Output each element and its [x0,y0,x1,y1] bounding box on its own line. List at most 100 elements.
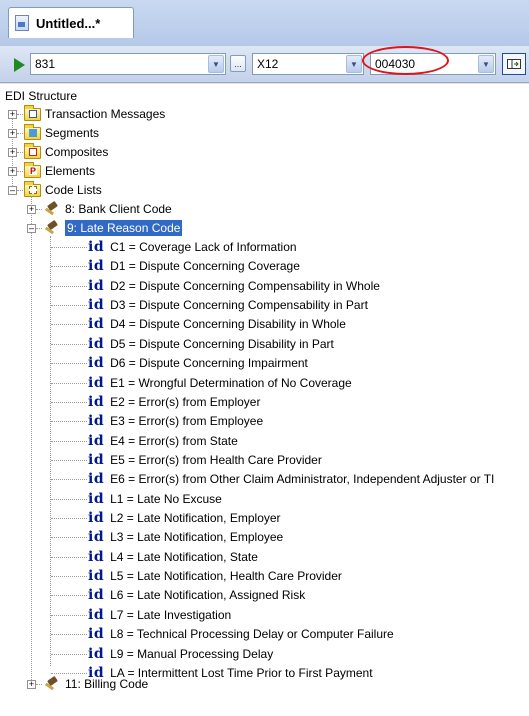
id-icon: id [88,413,105,429]
code-value-item[interactable]: id L1 = Late No Excuse [88,490,222,508]
code-value-item[interactable]: id L6 = Late Notification, Assigned Risk [88,586,305,604]
id-icon: id [88,278,105,294]
code-list-billing-code[interactable]: 11: Billing Code [44,675,148,693]
id-icon: id [88,471,105,487]
expand-toggle[interactable]: + [8,167,17,176]
code-list-bank-client-code[interactable]: 8: Bank Client Code [44,200,172,218]
expand-toggle[interactable]: + [8,110,17,119]
id-icon: id [88,375,105,391]
code-value-label: L6 = Late Notification, Assigned Risk [110,588,306,602]
tree-item-label: Transaction Messages [45,107,166,121]
code-value-label: E6 = Error(s) from Other Claim Administr… [110,472,495,486]
chevron-down-icon[interactable]: ▼ [346,55,362,73]
document-tab[interactable]: Untitled...* [8,7,134,38]
code-value-label: E2 = Error(s) from Employer [110,395,261,409]
code-value-item[interactable]: id L9 = Manual Processing Delay [88,645,273,663]
tree-item-transaction-messages[interactable]: Transaction Messages [24,104,166,123]
gavel-icon [44,676,60,692]
chevron-down-icon[interactable]: ▼ [208,55,224,73]
id-icon: id [88,568,105,584]
code-value-label: E4 = Error(s) from State [110,434,238,448]
code-list-label: 8: Bank Client Code [65,202,172,216]
browse-button[interactable]: ... [230,55,246,72]
id-icon: id [88,297,105,313]
collapse-toggle[interactable]: – [8,186,17,195]
code-value-label: L2 = Late Notification, Employer [110,511,281,525]
code-value-item[interactable]: id E4 = Error(s) from State [88,432,238,450]
code-value-label: L3 = Late Notification, Employee [110,530,284,544]
transaction-set-value: 831 [35,57,56,71]
code-value-item[interactable]: id D1 = Dispute Concerning Coverage [88,257,300,275]
tree-item-elements[interactable]: P Elements [24,161,96,180]
code-value-item[interactable]: id D3 = Dispute Concerning Compensability… [88,296,368,314]
tree-item-label: Elements [45,164,96,178]
code-value-label: C1 = Coverage Lack of Information [110,240,297,254]
layout-toggle-icon [507,59,521,69]
expand-toggle[interactable]: + [8,148,17,157]
id-icon: id [88,394,105,410]
gavel-icon [44,220,60,236]
code-value-item[interactable]: id L7 = Late Investigation [88,606,231,624]
id-icon: id [88,355,105,371]
code-value-label: D6 = Dispute Concerning Impairment [110,356,308,370]
code-value-item[interactable]: id D2 = Dispute Concerning Compensability… [88,277,380,295]
code-value-item[interactable]: id D6 = Dispute Concerning Impairment [88,354,308,372]
code-value-item[interactable]: id E1 = Wrongful Determination of No Cove… [88,374,352,392]
code-value-item[interactable]: id E3 = Error(s) from Employee [88,412,263,430]
id-icon: id [88,316,105,332]
code-value-item[interactable]: id E6 = Error(s) from Other Claim Adminis… [88,470,494,488]
id-icon: id [88,258,105,274]
code-value-item[interactable]: id C1 = Coverage Lack of Information [88,238,297,256]
id-icon: id [88,433,105,449]
play-icon[interactable] [14,58,25,72]
standard-select[interactable]: X12 ▼ [252,53,364,75]
code-value-label: D3 = Dispute Concerning Compensability i… [110,298,368,312]
code-value-item[interactable]: id L8 = Technical Processing Delay or Com… [88,625,394,643]
code-value-label: E5 = Error(s) from Health Care Provider [110,453,322,467]
expand-toggle[interactable]: + [27,680,36,689]
document-tab-bar: Untitled...* [0,0,529,47]
code-value-item[interactable]: id L2 = Late Notification, Employer [88,509,281,527]
code-value-label: E1 = Wrongful Determination of No Covera… [110,376,352,390]
code-value-item[interactable]: id L3 = Late Notification, Employee [88,528,283,546]
id-icon: id [88,510,105,526]
transaction-set-select[interactable]: 831 ▼ [30,53,226,75]
code-value-label: L8 = Technical Processing Delay or Compu… [110,627,394,641]
tree-item-code-lists[interactable]: Code Lists [24,180,102,199]
code-value-label: L5 = Late Notification, Health Care Prov… [110,569,342,583]
id-icon: id [88,587,105,603]
id-icon: id [88,626,105,642]
expand-toggle[interactable]: + [8,129,17,138]
tree-item-composites[interactable]: Composites [24,142,109,161]
code-value-item[interactable]: id L5 = Late Notification, Health Care Pr… [88,567,342,585]
code-value-item[interactable]: id E2 = Error(s) from Employer [88,393,260,411]
segment-folder-icon [24,123,41,140]
code-value-label: L4 = Late Notification, State [110,550,258,564]
code-value-label: L1 = Late No Excuse [110,492,222,506]
id-icon: id [88,452,105,468]
gavel-icon [44,201,60,217]
element-folder-icon: P [24,161,41,178]
tree-item-segments[interactable]: Segments [24,123,100,142]
code-value-item[interactable]: id D5 = Dispute Concerning Disability in … [88,335,334,353]
code-value-label: E3 = Error(s) from Employee [110,414,264,428]
edi-structure-tree[interactable]: EDI Structure + Transaction Messages + S… [0,83,529,716]
code-value-item[interactable]: id D4 = Dispute Concerning Disability in … [88,315,346,333]
id-icon: id [88,549,105,565]
code-list-late-reason-code[interactable]: 9: Late Reason Code [44,219,183,237]
id-icon: id [88,239,105,255]
code-value-item[interactable]: id E5 = Error(s) from Health Care Provide… [88,451,322,469]
code-value-label: D1 = Dispute Concerning Coverage [110,259,300,273]
code-value-item[interactable]: id L4 = Late Notification, State [88,548,258,566]
code-list-folder-icon [24,180,41,197]
expand-toggle[interactable]: + [27,205,36,214]
chevron-down-icon[interactable]: ▼ [478,55,494,73]
code-value-label: LA = Intermittent Lost Time Prior to Fir… [110,666,373,680]
collapse-toggle[interactable]: – [27,224,36,233]
tree-item-label: Code Lists [45,183,102,197]
tree-item-label: Composites [45,145,109,159]
layout-toggle-button[interactable] [502,53,526,75]
toolbar: 831 ▼ ... X12 ▼ 004030 ▼ [0,46,529,83]
version-select[interactable]: 004030 ▼ [370,53,496,75]
tree-item-label: Segments [45,126,100,140]
